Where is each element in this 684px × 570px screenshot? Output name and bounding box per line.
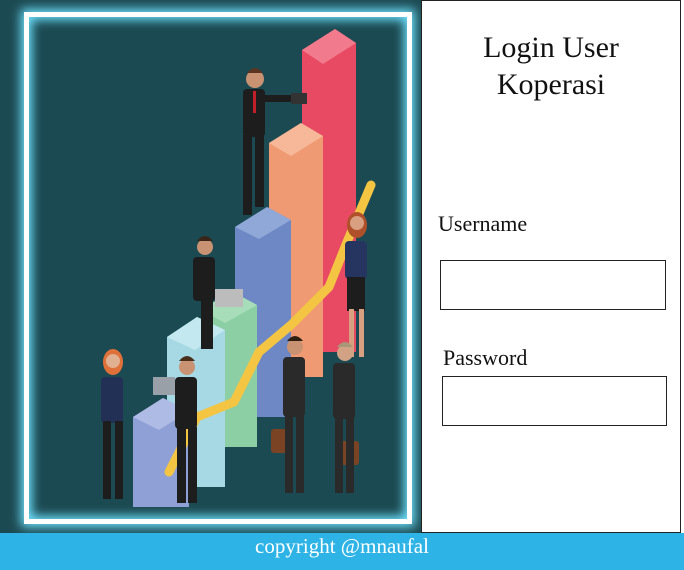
password-field[interactable]	[442, 376, 667, 426]
hero-panel	[0, 0, 421, 533]
login-title-line-2: Koperasi	[496, 68, 606, 101]
password-label: Password	[443, 345, 528, 370]
business-growth-illustration	[101, 29, 376, 507]
copyright-text: copyright @mnaufal	[255, 534, 429, 558]
login-panel: Login User Koperasi Username Password	[421, 0, 681, 533]
footer-bar: copyright @mnaufal	[0, 533, 684, 570]
login-title: Login User Koperasi	[422, 29, 680, 103]
username-label: Username	[438, 211, 528, 236]
username-field[interactable]	[440, 260, 666, 310]
login-title-line-1: Login User	[483, 31, 619, 64]
businessman-gray-hair	[333, 342, 359, 493]
hero-frame	[24, 12, 412, 524]
businesswoman-left	[101, 349, 123, 499]
